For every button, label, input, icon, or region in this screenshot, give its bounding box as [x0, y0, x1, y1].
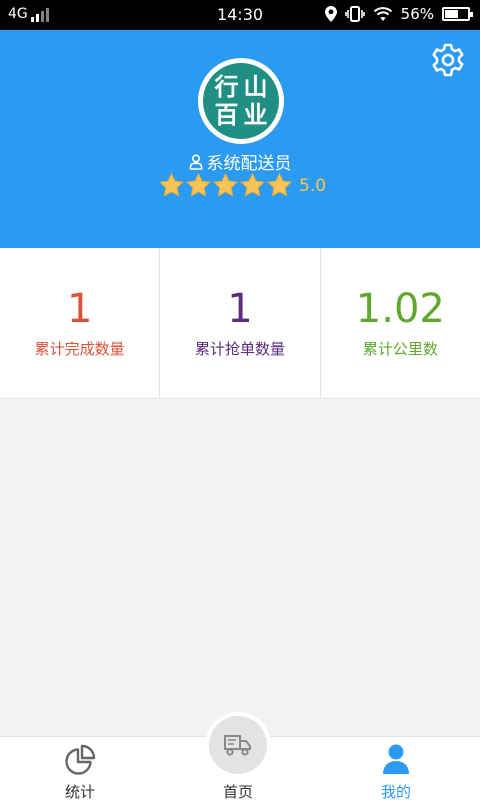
truck-icon: [224, 735, 251, 756]
role-label: 系统配送员: [206, 154, 292, 174]
stat-distance[interactable]: 1.02 累计公里数: [321, 248, 480, 398]
stat-value: 1: [227, 286, 253, 332]
battery-percent: 56%: [400, 5, 434, 23]
star-icon: [212, 172, 239, 197]
screen: 4G 14:30 56% 行 山 百 业 系统配送员 5.0 1 累计完成数量 …: [0, 0, 480, 800]
user-role: 系统配送员: [0, 149, 480, 174]
logo-char: 行: [214, 73, 239, 101]
logo-badge: 行 山 百 业: [203, 63, 279, 139]
star-icon: [239, 172, 266, 197]
stats-panel: 1 累计完成数量 1 累计抢单数量 1.02 累计公里数: [0, 248, 480, 399]
user-icon: [383, 744, 409, 774]
location-icon: [324, 6, 337, 22]
gear-icon[interactable]: [430, 42, 466, 78]
tab-statistics[interactable]: 统计: [20, 737, 140, 800]
wifi-icon: [373, 7, 392, 21]
logo-char: 业: [243, 101, 268, 129]
pie-chart-icon: [65, 744, 96, 775]
star-icon: [185, 172, 212, 197]
stat-grabbed[interactable]: 1 累计抢单数量: [160, 248, 321, 398]
status-right-group: 56%: [324, 5, 473, 23]
tab-mine[interactable]: 我的: [336, 737, 456, 800]
app-logo: 行 山 百 业: [198, 58, 284, 144]
stat-value: 1: [66, 286, 93, 332]
person-icon: [189, 153, 202, 170]
stat-completed[interactable]: 1 累计完成数量: [0, 248, 161, 398]
logo-char: 山: [243, 73, 268, 101]
rating: 5.0: [158, 172, 326, 199]
tab-label: 统计: [64, 783, 95, 800]
stat-label: 累计完成数量: [34, 340, 125, 358]
stat-label: 累计公里数: [362, 340, 438, 358]
battery-level: [445, 10, 458, 18]
tab-label: 我的: [380, 783, 411, 800]
stat-label: 累计抢单数量: [194, 340, 285, 358]
stat-value: 1.02: [355, 286, 445, 332]
home-fab-inner: [209, 716, 267, 774]
star-icon: [158, 172, 185, 197]
vibrate-icon: [344, 6, 365, 22]
star-icon: [266, 172, 293, 197]
tab-label: 首页: [222, 783, 253, 800]
profile-header: 行 山 百 业 系统配送员 5.0: [0, 30, 480, 248]
battery-icon: [442, 7, 473, 21]
home-fab[interactable]: [205, 712, 271, 778]
logo-char: 百: [214, 101, 239, 129]
rating-value: 5.0: [299, 175, 327, 196]
status-bar: 4G 14:30 56%: [0, 0, 480, 30]
